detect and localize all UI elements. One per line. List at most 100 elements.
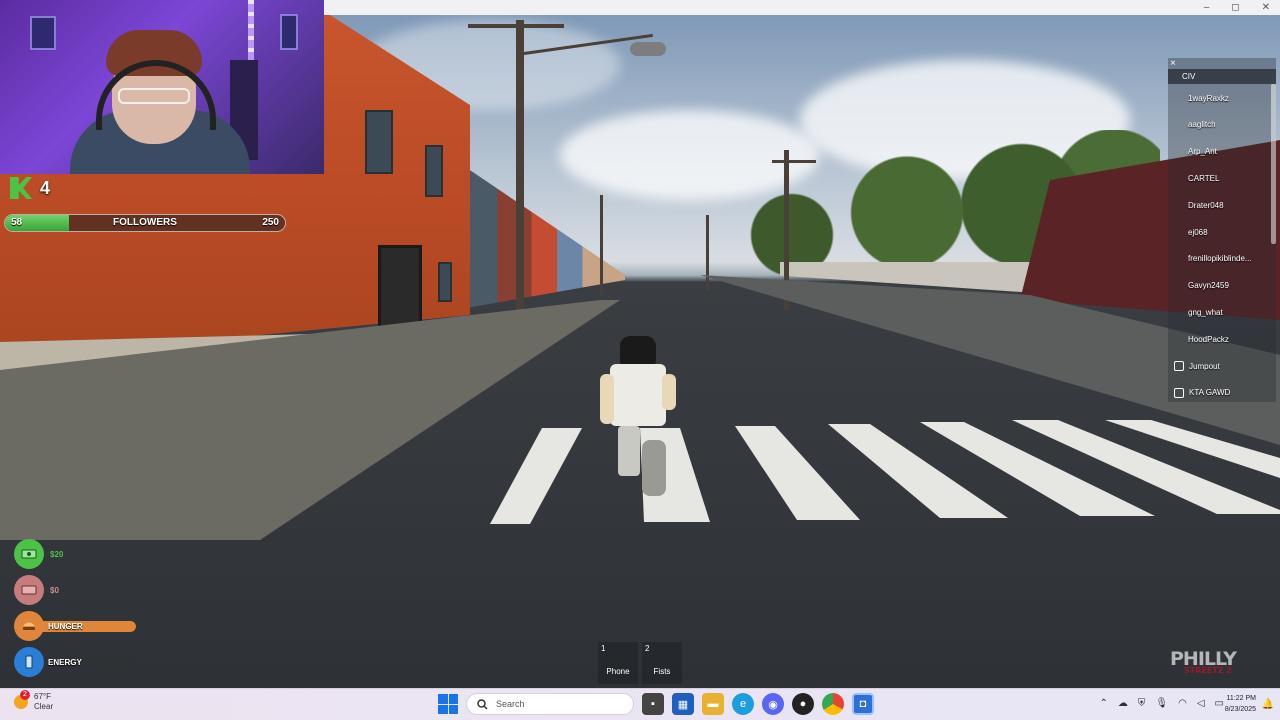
hunger-bar: HUNGER — [38, 620, 136, 632]
cash-amount: $20 — [50, 549, 64, 559]
followers-label: FOLLOWERS — [113, 217, 177, 228]
player-list-item[interactable]: Gavyn2459 — [1168, 273, 1276, 299]
utility-pole — [600, 195, 603, 295]
taskbar-search[interactable]: Search — [466, 693, 634, 715]
energy-drink-icon — [25, 655, 33, 669]
player-list-item[interactable]: gng_what — [1168, 299, 1276, 325]
microphone-icon[interactable]: 🎙 — [1155, 698, 1168, 709]
avatar-arm — [662, 374, 676, 410]
wifi-icon[interactable]: ◠ — [1178, 698, 1187, 709]
avatar-torso — [610, 364, 666, 426]
battery-icon[interactable]: ▭ — [1215, 698, 1224, 709]
player-list-item[interactable]: CARTEL — [1168, 165, 1276, 191]
building-door — [378, 245, 422, 335]
premium-icon — [1174, 387, 1184, 398]
windows-taskbar: 2 67°F Clear Search ▪ ▦ ▬ e ◉ ● ◘ ⌃ ☁ ⛨ … — [0, 688, 1280, 720]
player-list-item[interactable]: Jumpout — [1168, 353, 1276, 379]
followers-progress-bar: 58 FOLLOWERS 250 — [4, 214, 286, 232]
building-window — [438, 262, 452, 302]
avatar-arm — [600, 374, 614, 424]
player-name: Drater048 — [1188, 200, 1224, 210]
minimize-button[interactable]: – — [1204, 0, 1210, 15]
windows-start-icon[interactable] — [438, 694, 458, 714]
player-list-item[interactable]: 1wayRaxkz — [1168, 85, 1276, 111]
player-name: HoodPackz — [1188, 334, 1229, 344]
k-count: 4 — [40, 177, 51, 198]
player-list-item[interactable]: Arp_Ant — [1168, 139, 1276, 165]
bank-icon — [14, 575, 44, 605]
player-list-item[interactable]: ej068 — [1168, 219, 1276, 245]
store-icon[interactable]: ▦ — [672, 693, 694, 715]
utility-pole-arm — [468, 24, 564, 28]
player-list-item[interactable]: HoodPackz — [1168, 326, 1276, 352]
k-logo-icon — [10, 177, 32, 199]
burger-icon — [23, 622, 35, 630]
hunger-label: HUNGER — [48, 621, 83, 631]
file-explorer-icon[interactable]: ▬ — [702, 693, 724, 715]
player-name: Arp_Ant — [1188, 147, 1217, 157]
premium-icon — [1174, 361, 1184, 371]
hunger-stat: HUNGER — [14, 611, 136, 641]
crosswalk-stripe — [490, 428, 582, 524]
money-stack-icon — [21, 549, 37, 559]
search-placeholder: Search — [496, 699, 525, 709]
window-titlebar: – ◻ ✕ — [324, 0, 1280, 15]
player-list-close-button[interactable]: × — [1170, 58, 1176, 69]
close-button[interactable]: ✕ — [1262, 0, 1270, 15]
crosswalk-stripe — [735, 426, 860, 520]
followers-max: 250 — [262, 217, 279, 228]
player-name: Gavyn2459 — [1188, 281, 1229, 291]
edge-browser-icon[interactable]: e — [732, 693, 754, 715]
clock-date: 8/23/2025 — [1224, 706, 1256, 713]
team-header: CIV — [1168, 69, 1276, 84]
player-name: frenillopikiblinde... — [1188, 254, 1252, 264]
taskbar-clock[interactable]: 11:22 PM 8/23/2025 — [1225, 693, 1256, 715]
cash-stat: $20 — [14, 539, 63, 569]
search-icon — [477, 698, 488, 710]
energy-bar: ENERGY — [38, 656, 136, 668]
game-viewport[interactable]: – ◻ ✕ 4 58 FOLLOWERS 250 × CIV 1wayRaxkz… — [0, 0, 1280, 688]
chrome-icon[interactable] — [822, 693, 844, 715]
game-logo-sub: STREETZ 2 — [1184, 666, 1232, 675]
utility-pole — [706, 215, 709, 290]
weather-widget[interactable]: 2 67°F Clear — [14, 690, 53, 712]
webcam-overlay — [0, 0, 324, 174]
building-window — [365, 110, 393, 174]
window-controls: – ◻ ✕ — [1204, 0, 1270, 15]
player-list-item[interactable]: KTA GAWD — [1168, 380, 1276, 406]
volume-icon[interactable]: ◁ — [1197, 698, 1205, 709]
discord-icon[interactable]: ◉ — [762, 693, 784, 715]
onedrive-icon[interactable]: ☁ — [1118, 698, 1128, 709]
energy-label: ENERGY — [48, 657, 82, 667]
notification-bell-icon[interactable]: 🔔 — [1262, 699, 1274, 710]
roblox-icon[interactable]: ◘ — [852, 693, 874, 715]
player-list-item[interactable]: Drater048 — [1168, 192, 1276, 218]
app-icon[interactable]: ● — [792, 693, 814, 715]
wall-poster — [30, 16, 56, 50]
player-name: 1wayRaxkz — [1188, 93, 1229, 103]
energy-stat: ENERGY — [14, 647, 136, 677]
notification-badge: 2 — [20, 690, 30, 700]
sun-icon: 2 — [14, 690, 30, 709]
hotbar-slot-fists[interactable]: 2 Fists — [642, 642, 682, 684]
hotbar-slot-phone[interactable]: 1 Phone — [598, 642, 638, 684]
shield-icon[interactable]: ⛨ — [1138, 698, 1146, 709]
utility-pole — [516, 20, 524, 350]
cash-icon — [14, 539, 44, 569]
maximize-button[interactable]: ◻ — [1231, 0, 1239, 15]
hunger-icon — [14, 611, 44, 641]
task-view-icon[interactable]: ▪ — [642, 693, 664, 715]
glasses — [118, 88, 190, 104]
player-name: KTA GAWD — [1189, 388, 1231, 398]
player-list-item[interactable]: frenillopikiblinde... — [1168, 246, 1276, 272]
chevron-up-icon[interactable]: ⌃ — [1100, 698, 1108, 709]
clock-time: 11:22 PM — [1226, 695, 1256, 702]
building-window — [425, 145, 443, 197]
temperature: 67°F — [34, 692, 51, 701]
player-name: Jumpout — [1189, 361, 1220, 371]
slot-number: 1 — [601, 644, 606, 653]
slot-label: Fists — [653, 667, 671, 676]
bank-stat: $0 — [14, 575, 59, 605]
player-list-item[interactable]: aaglitch — [1168, 112, 1276, 138]
utility-pole-arm — [772, 160, 816, 163]
